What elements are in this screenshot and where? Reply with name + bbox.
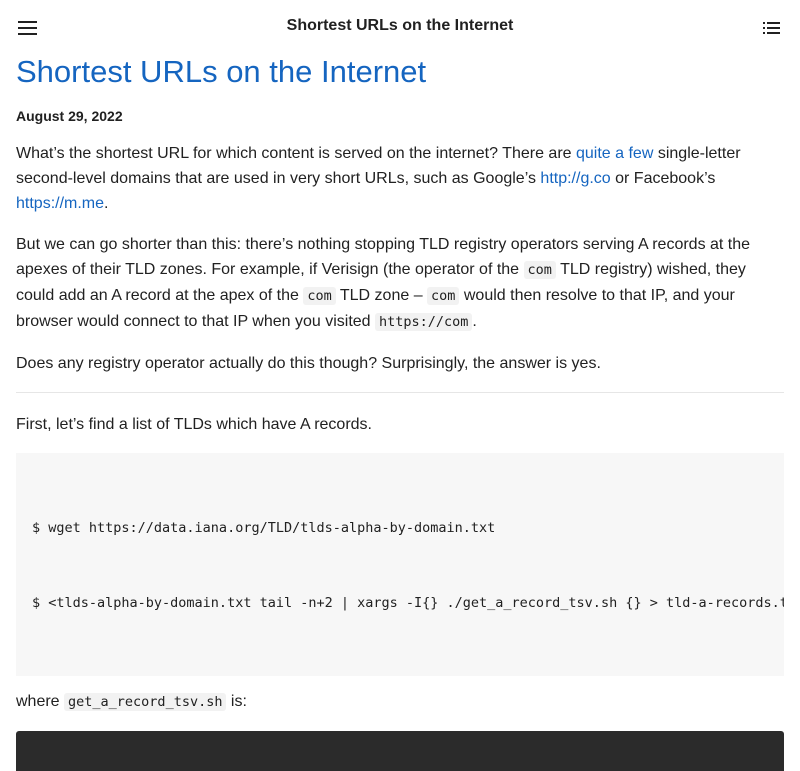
app-bar-title: Shortest URLs on the Internet — [286, 17, 514, 34]
script-intro-paragraph: where get_a_record_tsv.sh is: — [16, 689, 784, 715]
paragraph-text: . — [104, 195, 109, 212]
inline-code: get_a_record_tsv.sh — [64, 693, 227, 711]
question-paragraph: Does any registry operator actually do t… — [16, 355, 601, 372]
paragraph-text: TLD zone – — [335, 287, 428, 304]
g-co-link[interactable]: http://g.co — [540, 170, 610, 187]
inline-code: com — [303, 287, 336, 305]
code-line: $ wget https://data.iana.org/TLD/tlds-al… — [32, 520, 496, 536]
shell-code-block[interactable]: $ wget https://data.iana.org/TLD/tlds-al… — [16, 453, 784, 676]
paragraph-text: . — [472, 313, 477, 330]
code-line: $ <tlds-alpha-by-domain.txt tail -n+2 | … — [32, 595, 784, 611]
paragraph-text: where — [16, 693, 65, 710]
article-content: Shortest URLs on the Internet August 29,… — [16, 52, 784, 771]
paragraph-text: What’s the shortest URL for which conten… — [16, 145, 576, 162]
inline-code: com — [427, 287, 460, 305]
m-me-link[interactable]: https://m.me — [16, 195, 104, 212]
paragraph-text: or Facebook’s — [610, 170, 716, 187]
table-of-contents-icon[interactable] — [760, 18, 784, 38]
page-title: Shortest URLs on the Internet — [16, 54, 427, 89]
script-code-block[interactable] — [16, 731, 784, 771]
quite-a-few-link[interactable]: quite a few — [576, 145, 653, 162]
top-app-bar: Shortest URLs on the Internet — [0, 0, 800, 56]
post-date: August 29, 2022 — [16, 108, 123, 124]
intro-paragraph: What’s the shortest URL for which conten… — [16, 141, 784, 216]
inline-code: https://com — [375, 313, 473, 331]
paragraph-text: is: — [226, 693, 247, 710]
tld-explanation-paragraph: But we can go shorter than this: there’s… — [16, 232, 784, 335]
tld-list-paragraph: First, let’s find a list of TLDs which h… — [16, 416, 372, 433]
inline-code: com — [523, 261, 556, 279]
section-divider — [16, 392, 784, 393]
